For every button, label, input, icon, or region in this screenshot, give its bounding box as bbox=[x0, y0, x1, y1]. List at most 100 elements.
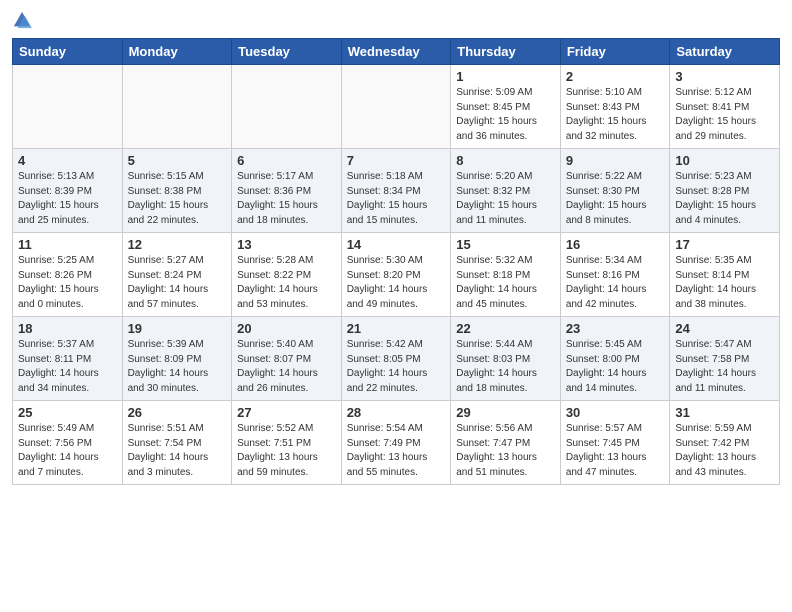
calendar-week-row: 25Sunrise: 5:49 AMSunset: 7:56 PMDayligh… bbox=[13, 401, 780, 485]
day-info: Sunrise: 5:40 AMSunset: 8:07 PMDaylight:… bbox=[237, 338, 336, 396]
calendar-cell: 18Sunrise: 5:37 AMSunset: 8:11 PMDayligh… bbox=[13, 317, 123, 401]
day-number: 15 bbox=[456, 237, 555, 252]
day-number: 22 bbox=[456, 321, 555, 336]
day-info: Sunrise: 5:47 AMSunset: 7:58 PMDaylight:… bbox=[675, 338, 774, 396]
day-number: 8 bbox=[456, 153, 555, 168]
calendar-cell: 14 Sunrise: 5:30 AMSunset: 8:20 PMDayligh… bbox=[341, 233, 451, 317]
weekday-header-saturday: Saturday bbox=[670, 39, 780, 65]
calendar-week-row: 1 Sunrise: 5:09 AMSunset: 8:45 PMDaylight… bbox=[13, 65, 780, 149]
day-number: 17 bbox=[675, 237, 774, 252]
day-number: 5 bbox=[128, 153, 227, 168]
weekday-header-friday: Friday bbox=[560, 39, 670, 65]
day-number: 10 bbox=[675, 153, 774, 168]
day-info: Sunrise: 5:54 AMSunset: 7:49 PMDaylight:… bbox=[347, 422, 446, 480]
calendar-cell: 15Sunrise: 5:32 AMSunset: 8:18 PMDayligh… bbox=[451, 233, 561, 317]
day-info: Sunrise: 5:35 AMSunset: 8:14 PMDaylight:… bbox=[675, 254, 774, 312]
day-number: 29 bbox=[456, 405, 555, 420]
calendar-cell: 30Sunrise: 5:57 AMSunset: 7:45 PMDayligh… bbox=[560, 401, 670, 485]
calendar-cell bbox=[13, 65, 123, 149]
calendar-cell: 11Sunrise: 5:25 AMSunset: 8:26 PMDayligh… bbox=[13, 233, 123, 317]
day-info: Sunrise: 5:51 AMSunset: 7:54 PMDaylight:… bbox=[128, 422, 227, 480]
calendar-table: SundayMondayTuesdayWednesdayThursdayFrid… bbox=[12, 38, 780, 485]
calendar-week-row: 18Sunrise: 5:37 AMSunset: 8:11 PMDayligh… bbox=[13, 317, 780, 401]
calendar-cell bbox=[122, 65, 232, 149]
day-number: 11 bbox=[18, 237, 117, 252]
day-info: Sunrise: 5:34 AMSunset: 8:16 PMDaylight:… bbox=[566, 254, 665, 312]
day-number: 1 bbox=[456, 69, 555, 84]
day-info: Sunrise: 5:39 AMSunset: 8:09 PMDaylight:… bbox=[128, 338, 227, 396]
calendar-cell: 22 Sunrise: 5:44 AMSunset: 8:03 PMDayligh… bbox=[451, 317, 561, 401]
calendar-cell: 25Sunrise: 5:49 AMSunset: 7:56 PMDayligh… bbox=[13, 401, 123, 485]
day-info: Sunrise: 5:09 AMSunset: 8:45 PMDaylight:… bbox=[456, 86, 555, 144]
day-number: 31 bbox=[675, 405, 774, 420]
day-info: Sunrise: 5:13 AMSunset: 8:39 PMDaylight:… bbox=[18, 170, 117, 228]
day-number: 28 bbox=[347, 405, 446, 420]
day-info: Sunrise: 5:22 AMSunset: 8:30 PMDaylight:… bbox=[566, 170, 665, 228]
day-info: Sunrise: 5:37 AMSunset: 8:11 PMDaylight:… bbox=[18, 338, 117, 396]
day-number: 21 bbox=[347, 321, 446, 336]
day-info: Sunrise: 5:30 AMSunset: 8:20 PMDaylight:… bbox=[347, 254, 446, 312]
day-number: 14 bbox=[347, 237, 446, 252]
calendar-cell: 19 Sunrise: 5:39 AMSunset: 8:09 PMDayligh… bbox=[122, 317, 232, 401]
calendar-cell bbox=[341, 65, 451, 149]
weekday-header-thursday: Thursday bbox=[451, 39, 561, 65]
calendar-cell: 12 Sunrise: 5:27 AMSunset: 8:24 PMDayligh… bbox=[122, 233, 232, 317]
calendar-week-row: 11Sunrise: 5:25 AMSunset: 8:26 PMDayligh… bbox=[13, 233, 780, 317]
day-number: 12 bbox=[128, 237, 227, 252]
day-info: Sunrise: 5:45 AMSunset: 8:00 PMDaylight:… bbox=[566, 338, 665, 396]
day-info: Sunrise: 5:56 AMSunset: 7:47 PMDaylight:… bbox=[456, 422, 555, 480]
day-number: 16 bbox=[566, 237, 665, 252]
calendar-cell: 31 Sunrise: 5:59 AMSunset: 7:42 PMDayligh… bbox=[670, 401, 780, 485]
day-number: 23 bbox=[566, 321, 665, 336]
calendar-cell: 10 Sunrise: 5:23 AMSunset: 8:28 PMDayligh… bbox=[670, 149, 780, 233]
calendar-cell: 27 Sunrise: 5:52 AMSunset: 7:51 PMDayligh… bbox=[232, 401, 342, 485]
day-info: Sunrise: 5:52 AMSunset: 7:51 PMDaylight:… bbox=[237, 422, 336, 480]
day-number: 25 bbox=[18, 405, 117, 420]
day-info: Sunrise: 5:44 AMSunset: 8:03 PMDaylight:… bbox=[456, 338, 555, 396]
day-info: Sunrise: 5:18 AMSunset: 8:34 PMDaylight:… bbox=[347, 170, 446, 228]
calendar-cell: 5 Sunrise: 5:15 AMSunset: 8:38 PMDaylight… bbox=[122, 149, 232, 233]
calendar-cell: 16 Sunrise: 5:34 AMSunset: 8:16 PMDayligh… bbox=[560, 233, 670, 317]
weekday-header-monday: Monday bbox=[122, 39, 232, 65]
calendar-cell: 26 Sunrise: 5:51 AMSunset: 7:54 PMDayligh… bbox=[122, 401, 232, 485]
calendar-cell: 1 Sunrise: 5:09 AMSunset: 8:45 PMDaylight… bbox=[451, 65, 561, 149]
calendar-cell: 21 Sunrise: 5:42 AMSunset: 8:05 PMDayligh… bbox=[341, 317, 451, 401]
calendar-cell: 4Sunrise: 5:13 AMSunset: 8:39 PMDaylight… bbox=[13, 149, 123, 233]
day-info: Sunrise: 5:23 AMSunset: 8:28 PMDaylight:… bbox=[675, 170, 774, 228]
calendar-cell: 23 Sunrise: 5:45 AMSunset: 8:00 PMDayligh… bbox=[560, 317, 670, 401]
day-number: 13 bbox=[237, 237, 336, 252]
calendar-cell: 3 Sunrise: 5:12 AMSunset: 8:41 PMDaylight… bbox=[670, 65, 780, 149]
day-info: Sunrise: 5:42 AMSunset: 8:05 PMDaylight:… bbox=[347, 338, 446, 396]
day-number: 24 bbox=[675, 321, 774, 336]
weekday-header-row: SundayMondayTuesdayWednesdayThursdayFrid… bbox=[13, 39, 780, 65]
day-number: 6 bbox=[237, 153, 336, 168]
weekday-header-sunday: Sunday bbox=[13, 39, 123, 65]
calendar-cell: 6 Sunrise: 5:17 AMSunset: 8:36 PMDaylight… bbox=[232, 149, 342, 233]
page: SundayMondayTuesdayWednesdayThursdayFrid… bbox=[0, 0, 792, 495]
day-info: Sunrise: 5:59 AMSunset: 7:42 PMDaylight:… bbox=[675, 422, 774, 480]
weekday-header-wednesday: Wednesday bbox=[341, 39, 451, 65]
calendar-cell: 2Sunrise: 5:10 AMSunset: 8:43 PMDaylight… bbox=[560, 65, 670, 149]
day-number: 7 bbox=[347, 153, 446, 168]
day-number: 27 bbox=[237, 405, 336, 420]
day-info: Sunrise: 5:17 AMSunset: 8:36 PMDaylight:… bbox=[237, 170, 336, 228]
day-number: 9 bbox=[566, 153, 665, 168]
day-info: Sunrise: 5:12 AMSunset: 8:41 PMDaylight:… bbox=[675, 86, 774, 144]
logo-icon bbox=[12, 10, 32, 30]
calendar-cell: 8Sunrise: 5:20 AMSunset: 8:32 PMDaylight… bbox=[451, 149, 561, 233]
calendar-cell: 28 Sunrise: 5:54 AMSunset: 7:49 PMDayligh… bbox=[341, 401, 451, 485]
logo bbox=[12, 10, 32, 32]
calendar-week-row: 4Sunrise: 5:13 AMSunset: 8:39 PMDaylight… bbox=[13, 149, 780, 233]
calendar-cell: 29 Sunrise: 5:56 AMSunset: 7:47 PMDayligh… bbox=[451, 401, 561, 485]
day-number: 26 bbox=[128, 405, 227, 420]
calendar-cell: 20Sunrise: 5:40 AMSunset: 8:07 PMDayligh… bbox=[232, 317, 342, 401]
weekday-header-tuesday: Tuesday bbox=[232, 39, 342, 65]
calendar-cell bbox=[232, 65, 342, 149]
calendar-cell: 9 Sunrise: 5:22 AMSunset: 8:30 PMDaylight… bbox=[560, 149, 670, 233]
day-number: 19 bbox=[128, 321, 227, 336]
day-info: Sunrise: 5:27 AMSunset: 8:24 PMDaylight:… bbox=[128, 254, 227, 312]
day-info: Sunrise: 5:57 AMSunset: 7:45 PMDaylight:… bbox=[566, 422, 665, 480]
day-number: 3 bbox=[675, 69, 774, 84]
day-number: 2 bbox=[566, 69, 665, 84]
day-info: Sunrise: 5:15 AMSunset: 8:38 PMDaylight:… bbox=[128, 170, 227, 228]
